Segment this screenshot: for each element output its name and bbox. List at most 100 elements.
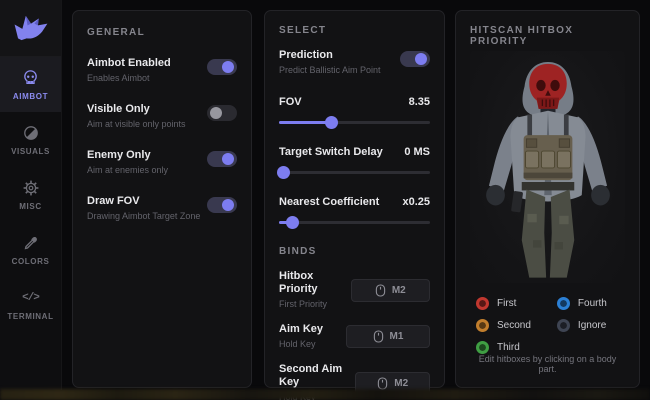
toggle-knob (222, 153, 234, 165)
bind-description: Hold Key (279, 339, 323, 350)
legend-item-fourth: Fourth (557, 297, 607, 310)
legend-dot-fourth (557, 297, 570, 310)
legend-dot-first (476, 297, 489, 310)
legend-label: Fourth (578, 298, 607, 309)
slider-knob[interactable] (325, 116, 338, 129)
toggle-row-visible-only: Visible Only Aim at visible only points (87, 103, 237, 130)
toggle-label: Enemy Only (87, 149, 168, 162)
sidebar-item-visuals[interactable]: VISUALS (0, 112, 61, 167)
bind-description: First Priority (279, 299, 351, 310)
mouse-icon (375, 284, 386, 297)
nearest-coefficient-slider-row: Nearest Coefficient x0.25 (279, 196, 430, 224)
select-section-title: SELECT (279, 25, 430, 36)
gear-icon (23, 179, 39, 197)
eyedropper-icon (23, 234, 39, 252)
slider-knob[interactable] (286, 216, 299, 229)
toggle-row-enemy-only: Enemy Only Aim at enemies only (87, 149, 237, 176)
hitbox-footer-hint: Edit hitboxes by clicking on a body part… (470, 354, 625, 374)
toggle-description: Aim at visible only points (87, 119, 186, 130)
hitbox-right-leg[interactable] (549, 190, 573, 278)
slider-value: 0 MS (404, 146, 430, 158)
legend-item-first: First (476, 297, 531, 310)
bind-key: M1 (390, 331, 404, 342)
fov-slider-row: FOV 8.35 (279, 96, 430, 124)
logo (0, 0, 61, 57)
general-panel: GENERAL Aimbot Enabled Enables Aimbot Vi… (72, 10, 252, 388)
legend-label: Ignore (578, 320, 606, 331)
hitbox-panel-title: HITSCAN HITBOX PRIORITY (470, 25, 625, 47)
legend-dot-third (476, 341, 489, 354)
code-icon: </> (22, 289, 39, 307)
slider-knob[interactable] (277, 166, 290, 179)
sidebar-item-terminal[interactable]: </> TERMINAL (0, 277, 61, 332)
bind-row-hitbox-priority: Hitbox Priority First Priority M2 (279, 270, 430, 310)
slider-fill (279, 121, 332, 124)
mouse-icon (373, 330, 384, 343)
binds-section-title: BINDS (279, 246, 430, 257)
skull-icon (22, 69, 39, 87)
prediction-toggle[interactable] (400, 51, 430, 67)
character-model-viewport (470, 51, 625, 283)
toggle-knob (222, 61, 234, 73)
sidebar: AIMBOT VISUALS (0, 0, 62, 390)
slider-label: FOV (279, 96, 302, 109)
mouse-icon (377, 377, 388, 390)
legend-label: Third (497, 342, 520, 353)
toggle-knob (222, 199, 234, 211)
toggle-row-aimbot-enabled: Aimbot Enabled Enables Aimbot (87, 57, 237, 84)
sidebar-item-label: TERMINAL (7, 312, 53, 321)
holster[interactable] (510, 191, 522, 213)
legend-item-third: Third (476, 341, 531, 354)
sidebar-item-label: AIMBOT (13, 92, 48, 101)
hitbox-priority-bind-button[interactable]: M2 (351, 279, 430, 302)
slider-label: Nearest Coefficient (279, 196, 379, 209)
enemy-only-toggle[interactable] (207, 151, 237, 167)
sidebar-item-aimbot[interactable]: AIMBOT (0, 57, 61, 112)
sidebar-item-label: VISUALS (11, 147, 50, 156)
slider-value: 8.35 (409, 96, 430, 108)
toggle-description: Predict Ballistic Aim Point (279, 65, 381, 76)
legend-label: Second (497, 320, 531, 331)
sidebar-item-label: MISC (19, 202, 41, 211)
toggle-label: Visible Only (87, 103, 186, 116)
toggle-knob (210, 107, 222, 119)
aim-key-bind-button[interactable]: M1 (346, 325, 430, 348)
sidebar-item-label: COLORS (12, 257, 50, 266)
game-background-strip (0, 389, 650, 400)
contrast-icon (23, 124, 39, 142)
select-panel: SELECT Prediction Predict Ballistic Aim … (264, 10, 445, 388)
draw-fov-toggle[interactable] (207, 197, 237, 213)
slider-label: Target Switch Delay (279, 146, 383, 159)
toggle-knob (415, 53, 427, 65)
main-content: GENERAL Aimbot Enabled Enables Aimbot Vi… (62, 0, 650, 390)
cheat-menu-window: AIMBOT VISUALS (0, 0, 650, 390)
toggle-label: Aimbot Enabled (87, 57, 171, 70)
aimbot-enabled-toggle[interactable] (207, 59, 237, 75)
hitbox-pelvis[interactable] (521, 182, 574, 190)
hitbox-legend: First Second Third Fourth (470, 297, 625, 354)
bind-label: Second Aim Key (279, 363, 355, 389)
toggle-label: Prediction (279, 49, 381, 62)
sidebar-item-misc[interactable]: MISC (0, 167, 61, 222)
visible-only-toggle[interactable] (207, 105, 237, 121)
bind-label: Aim Key (279, 323, 323, 336)
toggle-row-draw-fov: Draw FOV Drawing Aimbot Target Zone (87, 195, 237, 222)
toggle-description: Aim at enemies only (87, 165, 168, 176)
sidebar-item-colors[interactable]: COLORS (0, 222, 61, 277)
bind-row-aim-key: Aim Key Hold Key M1 (279, 323, 430, 350)
bind-key: M2 (392, 285, 406, 296)
general-section-title: GENERAL (87, 27, 237, 38)
wolf-logo-icon (12, 13, 50, 43)
nearest-coefficient-slider[interactable] (279, 221, 430, 224)
target-switch-delay-slider[interactable] (279, 171, 430, 174)
bind-label: Hitbox Priority (279, 270, 351, 296)
legend-item-ignore: Ignore (557, 319, 607, 332)
character-model[interactable] (473, 51, 623, 283)
toggle-description: Drawing Aimbot Target Zone (87, 211, 200, 222)
toggle-description: Enables Aimbot (87, 73, 171, 84)
fov-slider[interactable] (279, 121, 430, 124)
legend-item-second: Second (476, 319, 531, 332)
slider-fill (279, 221, 293, 224)
slider-fill (279, 171, 284, 174)
hitbox-left-leg[interactable] (521, 190, 545, 278)
